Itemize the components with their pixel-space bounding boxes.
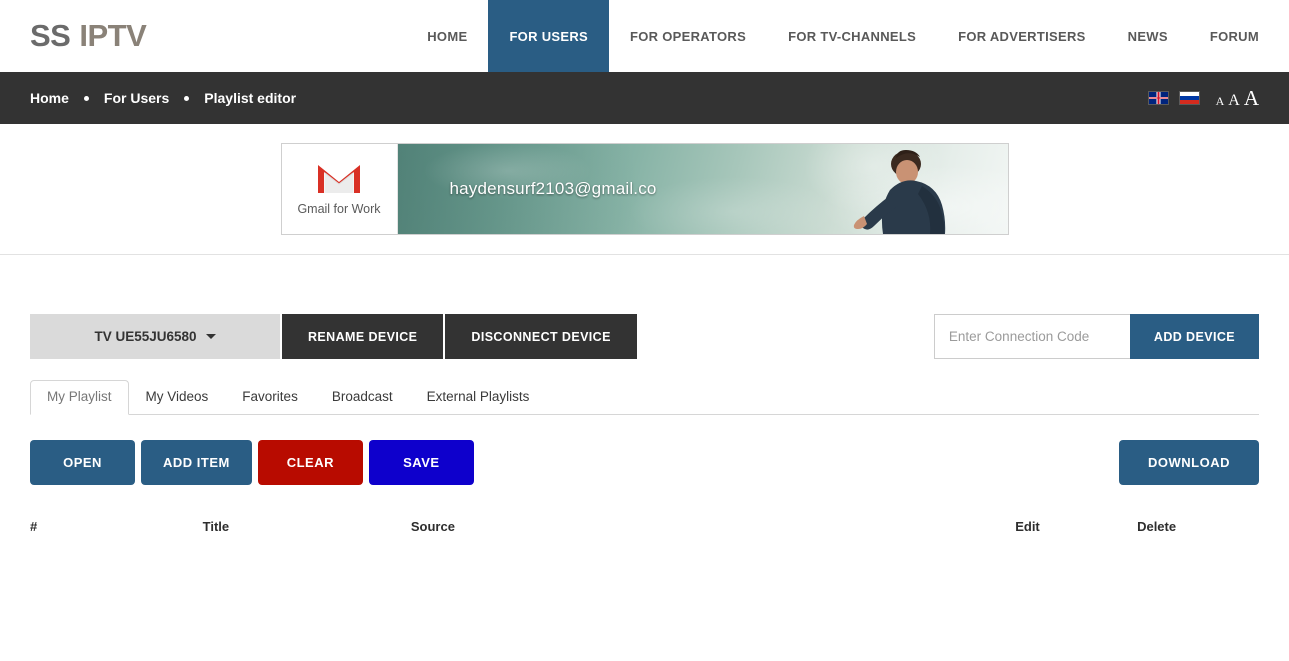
banner-email-text: haydensurf2103@gmail.co [449, 179, 657, 198]
disconnect-device-button[interactable]: DISCONNECT DEVICE [443, 314, 637, 359]
rename-device-button[interactable]: RENAME DEVICE [280, 314, 444, 359]
section-divider [0, 254, 1289, 255]
breadcrumb-separator-icon [184, 95, 190, 101]
clear-button[interactable]: CLEAR [257, 440, 363, 485]
download-button[interactable]: DOWNLOAD [1119, 440, 1259, 485]
site-logo[interactable]: SS IPTV [0, 0, 147, 72]
column-header-edit: Edit [1015, 519, 1040, 534]
tab-my-videos[interactable]: My Videos [129, 380, 226, 415]
playlist-table-header: # Title Source Edit Delete [30, 519, 1259, 544]
playlist-tabs: My Playlist My Videos Favorites Broadcas… [30, 379, 1259, 415]
breadcrumb-item-home[interactable]: Home [30, 90, 69, 106]
site-header: SS IPTV HOME FOR USERS FOR OPERATORS FOR … [0, 0, 1289, 72]
logo-text-iptv: IPTV [79, 18, 147, 53]
gmail-for-work-banner[interactable]: Gmail for Work haydensurf2103@gmail.co [280, 143, 1009, 235]
device-toolbar: TV UE55JU6580 RENAME DEVICE DISCONNECT D… [30, 314, 1259, 359]
russian-flag-icon[interactable] [1178, 91, 1200, 105]
font-size-large-button[interactable]: A [1244, 87, 1259, 109]
breadcrumb-item-playlist-editor: Playlist editor [204, 90, 297, 106]
english-flag-icon[interactable] [1147, 91, 1169, 105]
playlist-table: # Title Source Edit Delete [30, 519, 1259, 544]
connection-code-input[interactable] [933, 314, 1130, 359]
logo-text-ss: SS [30, 18, 71, 53]
add-device-group: ADD DEVICE [933, 314, 1259, 359]
column-header-delete: Delete [1137, 519, 1177, 534]
add-item-button[interactable]: ADD ITEM [141, 440, 252, 485]
breadcrumb-item-for-users[interactable]: For Users [104, 90, 169, 106]
main-navigation: HOME FOR USERS FOR OPERATORS FOR TV-CHAN… [406, 0, 1289, 72]
tab-broadcast[interactable]: Broadcast [315, 380, 410, 415]
breadcrumb-tools: A A A [1147, 87, 1259, 109]
device-selector-dropdown[interactable]: TV UE55JU6580 [30, 314, 280, 359]
breadcrumb-bar: Home For Users Playlist editor A A A [0, 72, 1289, 124]
banner-image-panel: haydensurf2103@gmail.co [397, 144, 1008, 234]
nav-item-for-advertisers[interactable]: FOR ADVERTISERS [937, 0, 1107, 72]
playlist-editor-content: TV UE55JU6580 RENAME DEVICE DISCONNECT D… [0, 314, 1289, 544]
nav-item-home[interactable]: HOME [406, 0, 488, 72]
nav-item-news[interactable]: NEWS [1107, 0, 1189, 72]
font-size-small-button[interactable]: A [1216, 95, 1225, 107]
gmail-envelope-icon [316, 162, 362, 196]
chevron-down-icon [205, 334, 216, 339]
font-size-controls: A A A [1216, 87, 1259, 109]
column-header-number: # [30, 519, 38, 534]
banner-brand-panel: Gmail for Work [281, 144, 398, 234]
surfer-illustration [853, 150, 945, 234]
column-header-source: Source [410, 519, 455, 534]
open-button[interactable]: OPEN [30, 440, 135, 485]
tab-favorites[interactable]: Favorites [225, 380, 315, 415]
add-device-button[interactable]: ADD DEVICE [1129, 314, 1259, 359]
font-size-medium-button[interactable]: A [1228, 92, 1240, 109]
breadcrumb-separator-icon [83, 95, 89, 101]
tab-my-playlist[interactable]: My Playlist [30, 379, 129, 415]
breadcrumb: Home For Users Playlist editor [30, 90, 296, 106]
device-selector-label: TV UE55JU6580 [94, 329, 197, 344]
save-button[interactable]: SAVE [368, 440, 474, 485]
table-header-row: # Title Source Edit Delete [30, 519, 1259, 544]
banner-brand-label: Gmail for Work [297, 202, 381, 216]
playlist-action-bar: OPEN ADD ITEM CLEAR SAVE DOWNLOAD [30, 440, 1259, 485]
nav-item-for-tv-channels[interactable]: FOR TV-CHANNELS [767, 0, 937, 72]
nav-item-for-users[interactable]: FOR USERS [488, 0, 609, 72]
column-header-title: Title [202, 519, 230, 534]
nav-item-for-operators[interactable]: FOR OPERATORS [609, 0, 767, 72]
tab-external-playlists[interactable]: External Playlists [410, 380, 547, 415]
advertisement-region: Gmail for Work haydensurf2103@gmail.co [0, 124, 1289, 254]
nav-item-forum[interactable]: FORUM [1189, 0, 1289, 72]
